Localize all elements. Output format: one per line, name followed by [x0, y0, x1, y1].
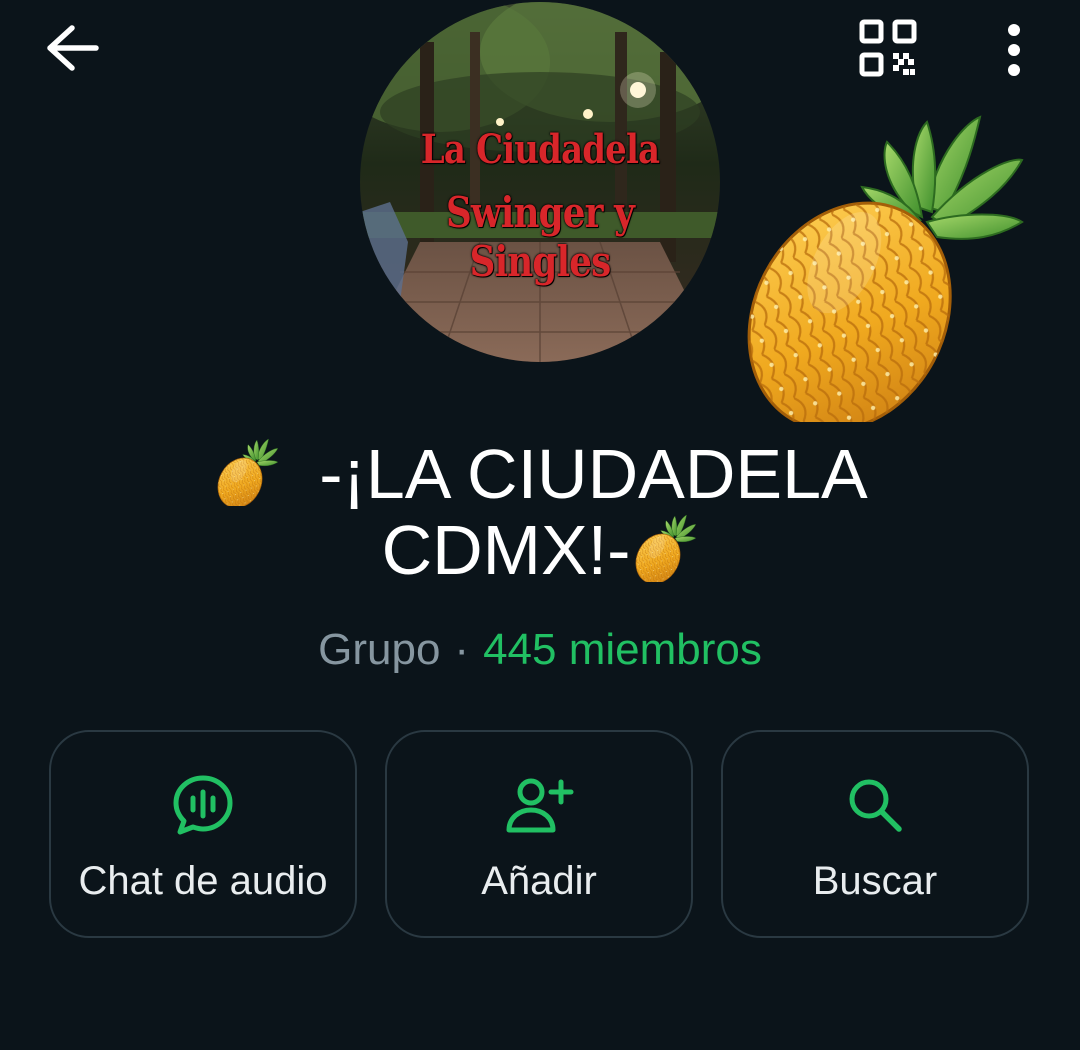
separator-dot: ·	[454, 625, 470, 674]
member-count[interactable]: 445 miembros	[483, 625, 762, 674]
audio-chat-icon	[170, 772, 236, 838]
search-icon	[842, 772, 908, 838]
more-options-button[interactable]	[984, 12, 1044, 92]
group-kind: Grupo	[318, 625, 441, 674]
pineapple-icon	[708, 115, 1024, 467]
group-title: -¡LA CIUDADELA CDMX!-	[120, 436, 960, 588]
pineapple-icon	[630, 514, 697, 582]
qr-code-icon	[859, 19, 917, 82]
group-title-line1: -¡LA CIUDADELA	[319, 435, 868, 513]
avatar-caption-line1: La Ciudadela	[420, 126, 660, 173]
pineapple-sticker	[708, 112, 1032, 467]
group-subtitle: Grupo · 445 miembros	[0, 620, 1080, 680]
more-vertical-icon	[1004, 22, 1024, 83]
add-member-button[interactable]: Añadir	[385, 730, 693, 938]
search-label: Buscar	[812, 859, 938, 903]
qr-code-button[interactable]	[848, 10, 928, 90]
arrow-left-icon	[44, 23, 100, 78]
avatar-photo	[360, 2, 720, 362]
add-member-label: Añadir	[481, 859, 597, 903]
add-person-icon	[503, 772, 575, 838]
audio-chat-label: Chat de audio	[78, 859, 328, 903]
audio-chat-button[interactable]: Chat de audio	[49, 730, 357, 938]
group-avatar[interactable]: La Ciudadela Swinger y Singles	[360, 2, 720, 362]
group-title-line2: CDMX!-	[381, 511, 631, 589]
avatar-caption-line2: Swinger y Singles	[445, 188, 635, 286]
back-button[interactable]	[36, 18, 108, 82]
search-button[interactable]: Buscar	[721, 730, 1029, 938]
pineapple-icon	[212, 438, 279, 506]
